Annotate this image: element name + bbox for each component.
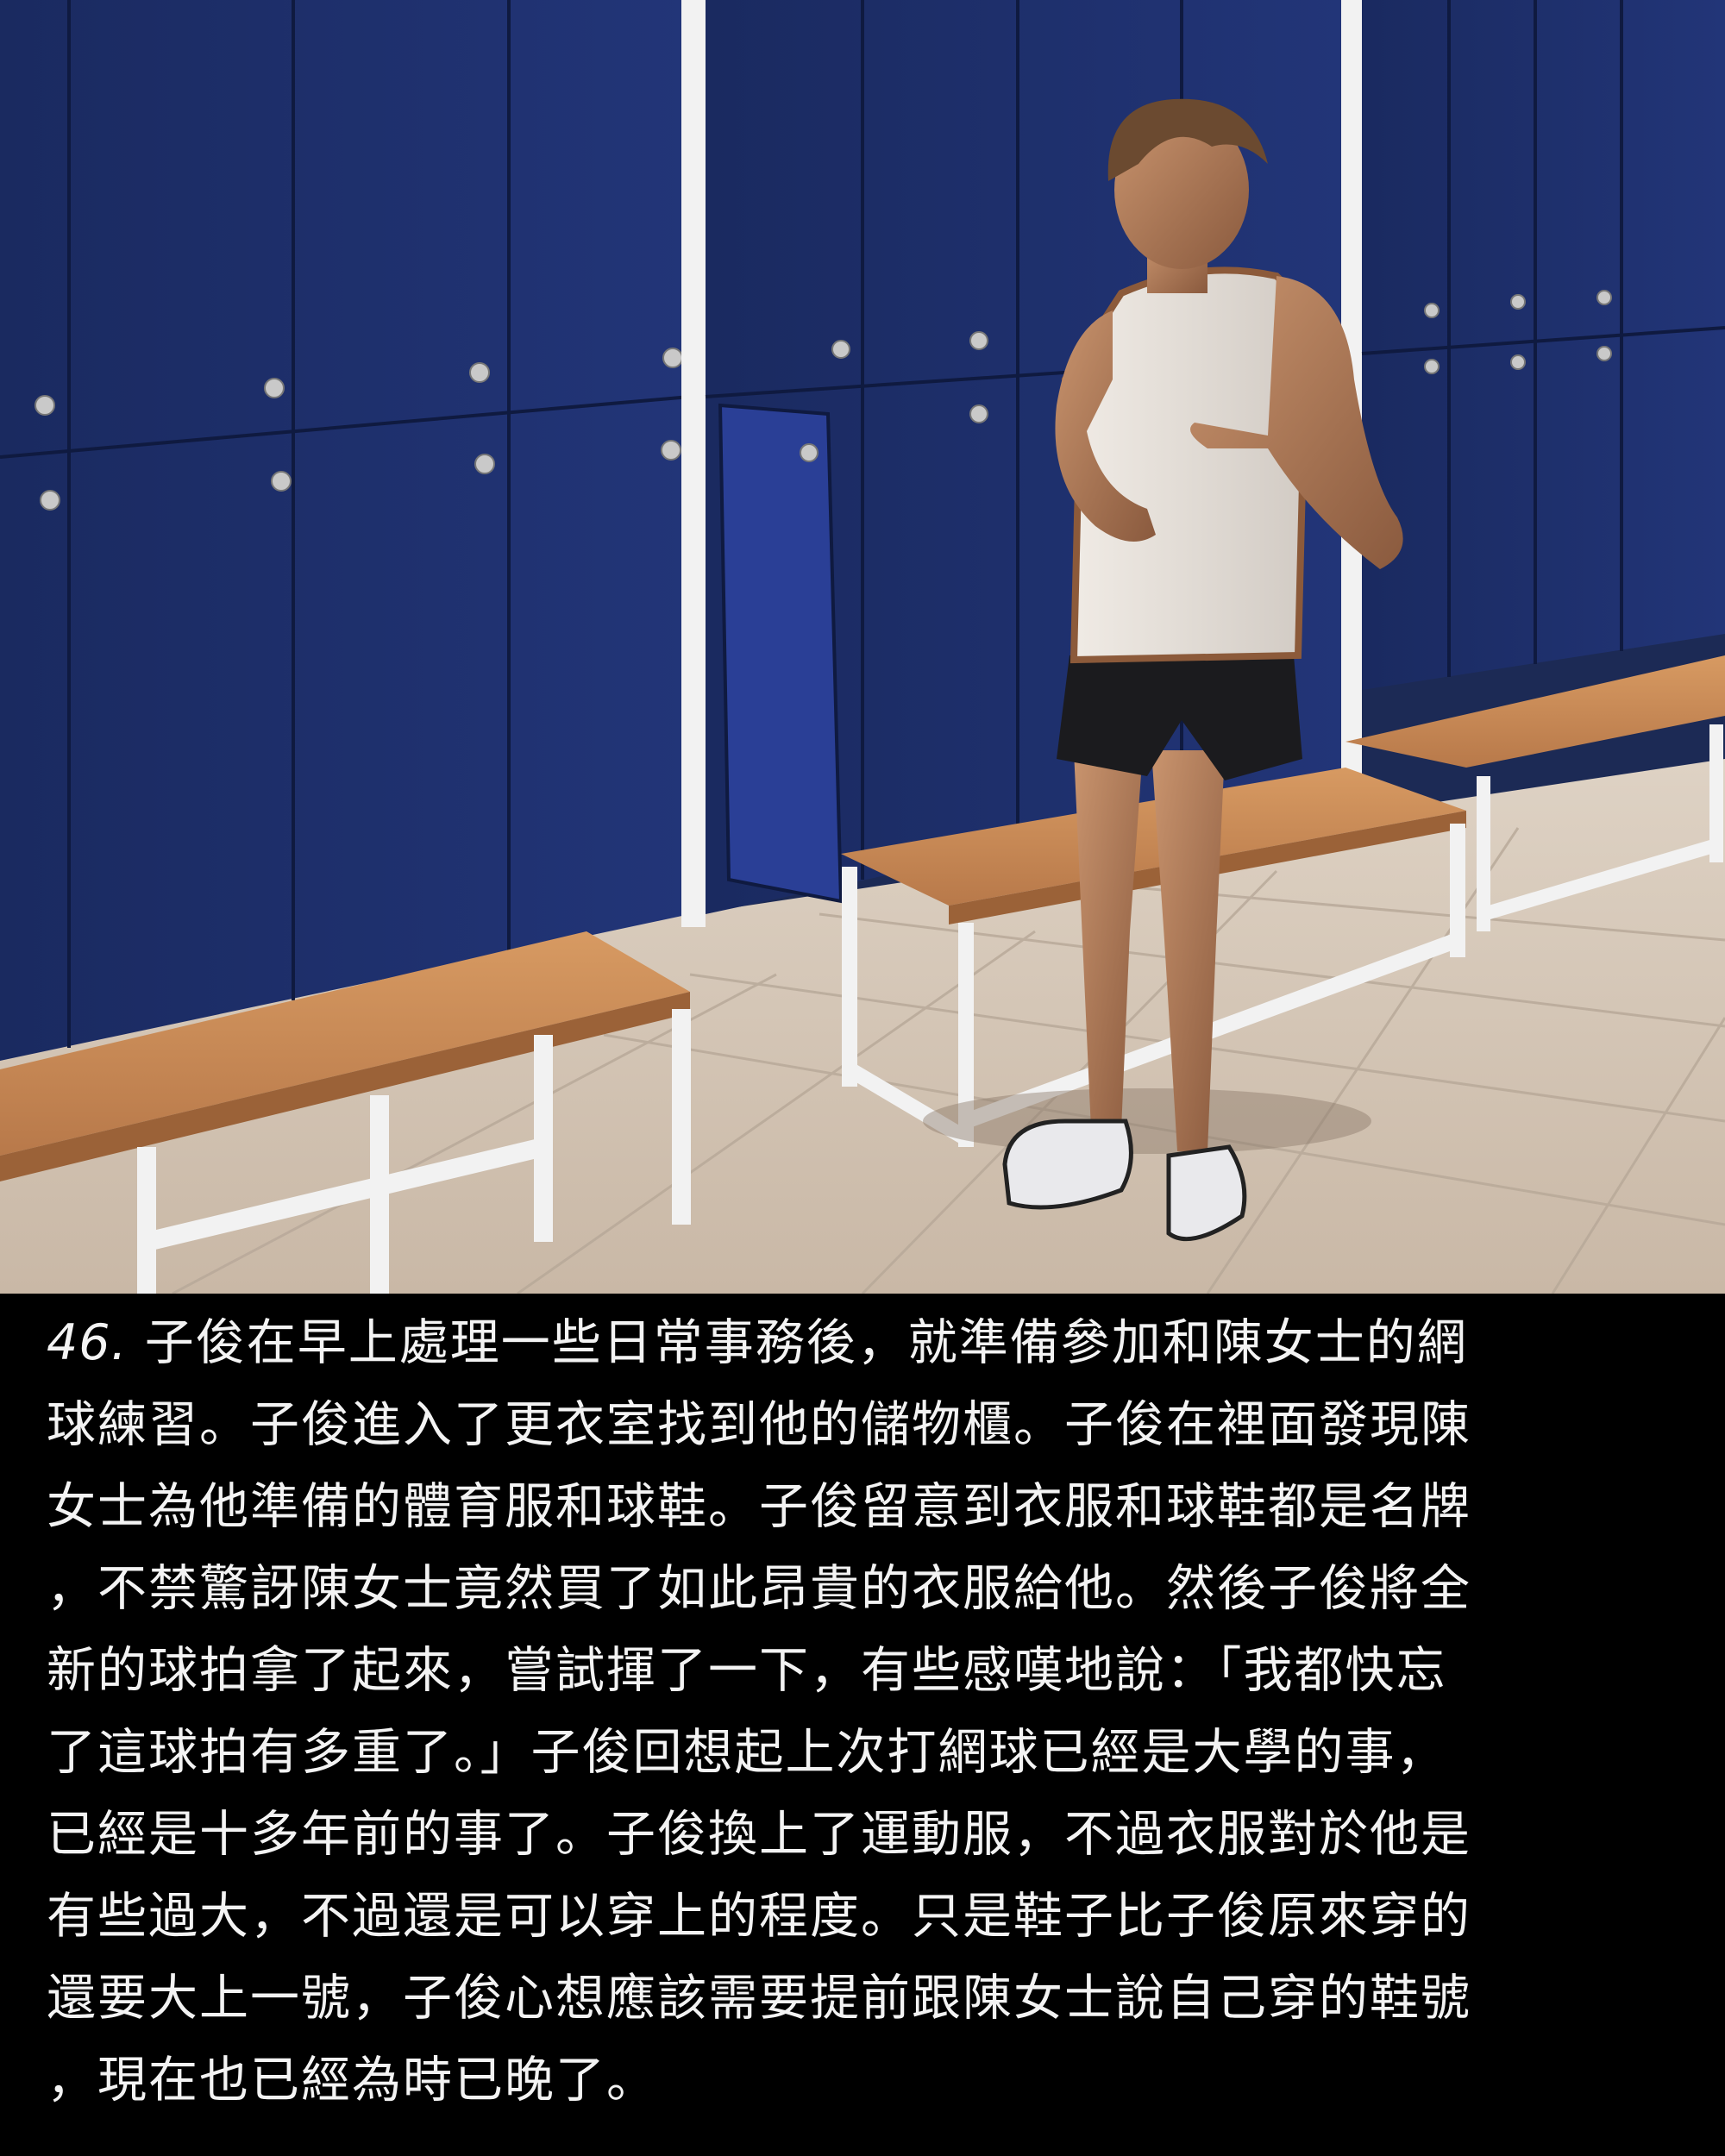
locker-room-scene [0,0,1725,1294]
narration-text: 子俊在早上處理一些日常事務後，就準備參加和陳女士的網 球練習。子俊進入了更衣室找… [47,1314,1471,2109]
narration-caption: 46. 子俊在早上處理一些日常事務後，就準備參加和陳女士的網 球練習。子俊進入了… [47,1302,1685,2147]
comic-page: 46. 子俊在早上處理一些日常事務後，就準備參加和陳女士的網 球練習。子俊進入了… [0,0,1725,2156]
locker-room-illustration [0,0,1725,1294]
panel-number: 46. [47,1314,128,1371]
